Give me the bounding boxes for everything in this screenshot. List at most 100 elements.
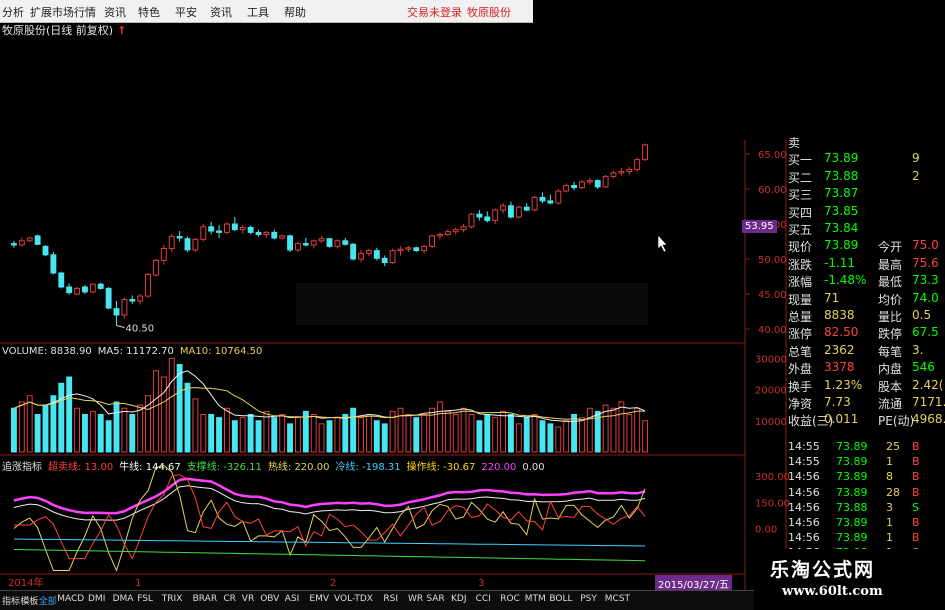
- indicator-tab[interactable]: MTM: [525, 594, 546, 604]
- menu-item-help[interactable]: 帮助: [284, 4, 306, 20]
- indicator-tab[interactable]: 全部: [39, 594, 57, 607]
- tick-volume: 1: [886, 455, 893, 469]
- quote-value: 71: [824, 290, 840, 305]
- tick-time: 14:55: [788, 455, 820, 469]
- volume-bar: [563, 420, 570, 453]
- candle-body: [531, 196, 538, 211]
- volume-bar: [397, 407, 404, 453]
- quote-label: 换手: [788, 379, 813, 394]
- indicator-tab[interactable]: BRAR: [193, 594, 217, 604]
- quote-row: 买一 73.89 9: [786, 151, 945, 167]
- volume-bar: [231, 420, 238, 453]
- candle-body: [500, 205, 507, 211]
- candle-body: [365, 250, 372, 254]
- indicator-red-line: [13, 474, 646, 560]
- candle-body: [413, 247, 420, 252]
- candle-body: [429, 235, 436, 247]
- candle-body: [578, 181, 585, 189]
- x-axis-label: 2: [330, 578, 336, 589]
- quote-row: 涨幅 -1.48% 最低 73.3: [786, 273, 945, 289]
- candle-body: [26, 237, 33, 242]
- indicator-tab[interactable]: ROC: [500, 594, 520, 604]
- indicator-tab[interactable]: KDJ: [451, 594, 467, 604]
- quote-value: 0.011: [824, 412, 859, 427]
- menu-item-features[interactable]: 特色: [138, 4, 160, 20]
- quote-value-2: 9: [912, 151, 920, 166]
- tick-side: B: [912, 455, 920, 469]
- quote-label: 外盘: [788, 362, 813, 377]
- quote-value: 73.88: [824, 168, 859, 183]
- indicator-tab[interactable]: EMV: [309, 594, 329, 604]
- candle-body: [373, 250, 380, 259]
- indicator-tab[interactable]: OBV: [260, 594, 279, 604]
- indicator-tab[interactable]: 指标: [2, 594, 20, 607]
- indicator-tab[interactable]: 模板: [20, 594, 38, 607]
- indicator-value-label: 超卖线: 13.00: [48, 462, 114, 473]
- indicator-tab[interactable]: DMI: [88, 594, 105, 604]
- quote-value-2: 4968.: [912, 412, 945, 427]
- menu-item-tools[interactable]: 工具: [247, 4, 269, 20]
- low-price-label: 40.50: [126, 324, 155, 335]
- indicator-tab[interactable]: ASI: [285, 594, 300, 604]
- tick-row: 14:56 73.89 1 B: [786, 516, 945, 530]
- menu-item-news-2[interactable]: 资讯: [210, 4, 232, 20]
- indicator-tab[interactable]: MACD: [57, 594, 84, 604]
- indicator-tab[interactable]: VR: [242, 594, 254, 604]
- candle-body: [563, 185, 570, 192]
- quote-value-2: 74.0: [912, 290, 939, 305]
- volume-axis-label: 20000: [755, 386, 787, 397]
- menu-item-pingan[interactable]: 平安: [175, 4, 197, 20]
- candle-body: [381, 257, 388, 263]
- tick-price: 73.89: [836, 440, 868, 453]
- volume-bar: [626, 414, 633, 453]
- quote-value-2: 75.0: [912, 238, 939, 253]
- candle-body: [476, 213, 483, 218]
- volume-bar: [58, 382, 65, 453]
- volume-bar: [405, 414, 412, 453]
- tick-side: B: [912, 531, 920, 545]
- indicator-tab[interactable]: BOLL: [549, 594, 572, 604]
- indicator-tab[interactable]: PSY: [580, 594, 597, 604]
- menu-item-analysis[interactable]: 分析: [2, 4, 24, 20]
- quote-label: 卖: [788, 136, 801, 150]
- volume-bar: [334, 417, 341, 453]
- indicator-tab[interactable]: MCST: [605, 594, 630, 604]
- indicator-tab[interactable]: CR: [223, 594, 236, 604]
- quote-value: 82.50: [824, 325, 859, 340]
- volume-bar: [160, 376, 167, 453]
- tick-volume: 28: [886, 485, 900, 499]
- indicator-value-label: 支撑线: -326.11: [186, 462, 262, 473]
- trade-login-status[interactable]: 交易未登录: [407, 4, 462, 20]
- quote-row: 净资 7.73 流通 7171.: [786, 395, 945, 411]
- candle-body: [405, 247, 412, 250]
- candle-body: [50, 254, 57, 274]
- indicator-value-label: 热线: 220.00: [267, 462, 330, 473]
- indicator-tab[interactable]: TRIX: [162, 594, 183, 604]
- volume-bar: [634, 407, 641, 453]
- volume-bar: [168, 357, 175, 453]
- menu-item-extended-market[interactable]: 扩展市场行情: [30, 4, 96, 20]
- quote-label: 涨停: [788, 327, 813, 342]
- tick-list[interactable]: 14:55 73.89 25 B 14:55 73.89 1 B 14:56 73.89 8 B 14:…: [786, 440, 945, 560]
- candle-body: [74, 287, 81, 295]
- quote-row: 现量 71 均价 74.0: [786, 291, 945, 307]
- candle-body: [168, 236, 175, 250]
- menu-item-news-1[interactable]: 资讯: [104, 4, 126, 20]
- indicator-tab[interactable]: FSL: [137, 594, 153, 604]
- quote-row: 涨跌 -1.11 最高 75.6: [786, 256, 945, 272]
- indicator-tab[interactable]: RSI: [383, 594, 398, 604]
- volume-bar: [610, 407, 617, 453]
- candle-body: [468, 213, 475, 228]
- indicator-tab[interactable]: WR: [408, 594, 423, 604]
- indicator-tab[interactable]: SAR: [426, 594, 444, 604]
- indicator-tab[interactable]: DMA: [113, 594, 134, 604]
- indicator-tab[interactable]: CCI: [476, 594, 491, 604]
- indicator-tab[interactable]: VOL-TDX: [334, 594, 373, 604]
- quote-row: 换手 1.23% 股本 2.42(: [786, 378, 945, 394]
- candle-body: [223, 223, 230, 233]
- volume-bar: [34, 414, 41, 453]
- quote-label: 买三: [788, 188, 813, 203]
- volume-bar: [74, 407, 81, 453]
- volume-bar: [239, 417, 246, 453]
- tick-price: 73.89: [836, 455, 868, 469]
